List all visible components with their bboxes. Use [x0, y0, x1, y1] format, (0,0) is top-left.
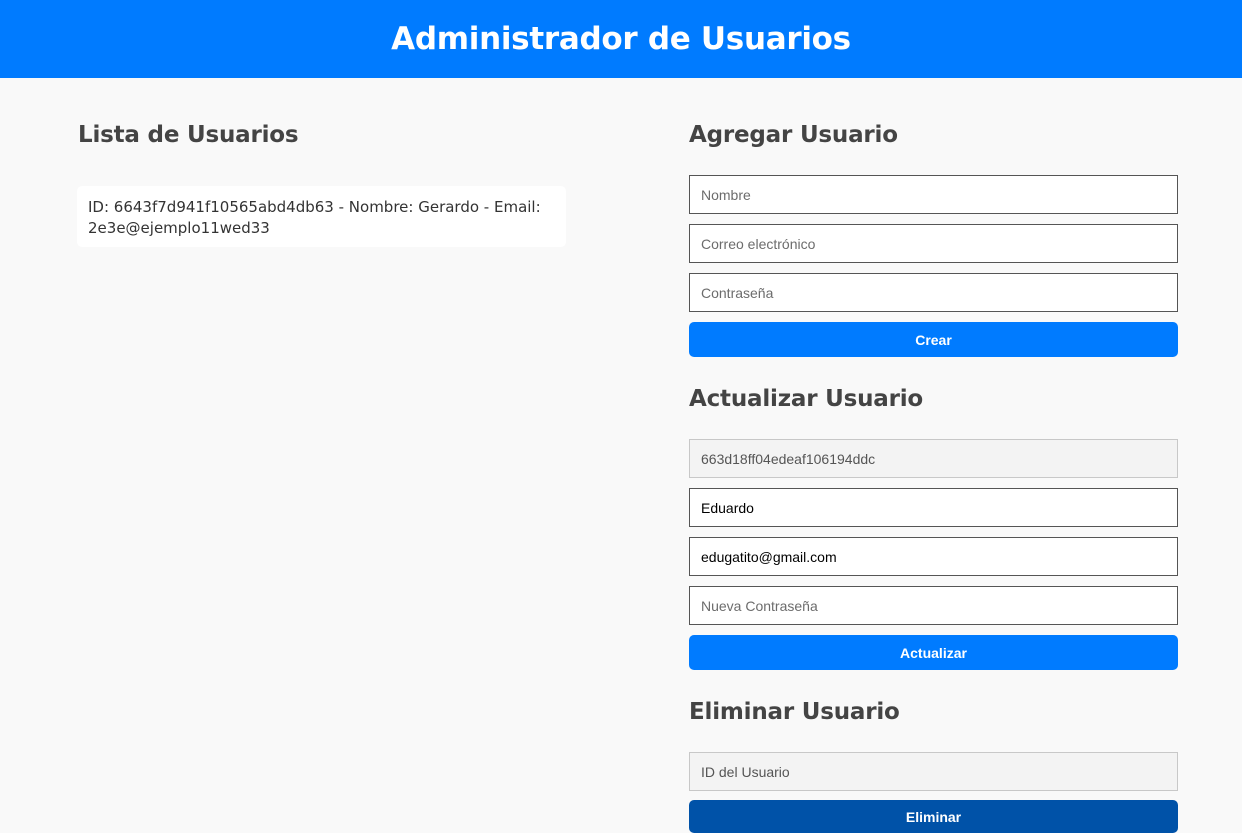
update-user-title: Actualizar Usuario — [689, 386, 924, 412]
update-name-input[interactable]: Eduardo — [689, 488, 1178, 527]
delete-id-input[interactable]: ID del Usuario — [689, 752, 1178, 791]
user-list-title: Lista de Usuarios — [78, 122, 299, 148]
add-password-input[interactable]: Contraseña — [689, 273, 1178, 312]
add-password-placeholder: Contraseña — [701, 284, 774, 301]
update-password-input[interactable]: Nueva Contraseña — [689, 586, 1178, 625]
update-button[interactable]: Actualizar — [689, 635, 1178, 670]
page-title: Administrador de Usuarios — [391, 21, 851, 57]
delete-button[interactable]: Eliminar — [689, 800, 1178, 833]
update-email-value: edugatito@gmail.com — [701, 548, 837, 565]
app-header: Administrador de Usuarios — [0, 0, 1242, 78]
add-user-title: Agregar Usuario — [689, 122, 898, 148]
add-email-input[interactable]: Correo electrónico — [689, 224, 1178, 263]
user-item-text: ID: 6643f7d941f10565abd4db63 - Nombre: G… — [88, 198, 541, 237]
delete-id-placeholder: ID del Usuario — [701, 763, 790, 780]
update-email-input[interactable]: edugatito@gmail.com — [689, 537, 1178, 576]
add-name-placeholder: Nombre — [701, 186, 751, 203]
add-name-input[interactable]: Nombre — [689, 175, 1178, 214]
update-id-value: 663d18ff04edeaf106194ddc — [701, 450, 876, 467]
add-email-placeholder: Correo electrónico — [701, 235, 816, 252]
delete-user-title: Eliminar Usuario — [689, 699, 900, 725]
update-id-input[interactable]: 663d18ff04edeaf106194ddc — [689, 439, 1178, 478]
update-name-value: Eduardo — [701, 499, 754, 516]
update-password-placeholder: Nueva Contraseña — [701, 597, 818, 614]
list-item: ID: 6643f7d941f10565abd4db63 - Nombre: G… — [77, 186, 566, 247]
create-button[interactable]: Crear — [689, 322, 1178, 357]
